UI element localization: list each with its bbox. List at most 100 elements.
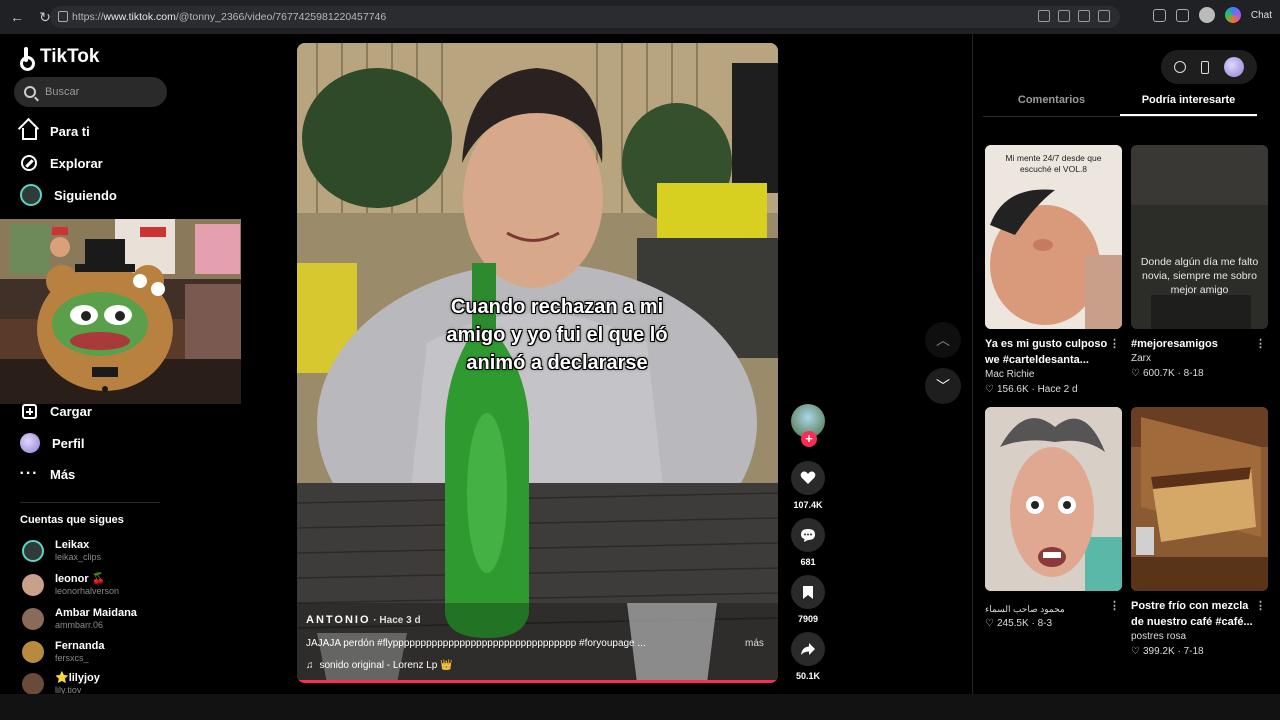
profile-avatar-icon	[20, 433, 40, 453]
followed-account[interactable]: ⭐lilyjoy lily.tiov	[22, 672, 100, 696]
card-title: Postre frío con mezcla de nuestro café #…	[1131, 598, 1266, 628]
card-author[interactable]: postres rosa	[1131, 630, 1268, 644]
card-title: #mejoresamigos ⋮	[1131, 336, 1266, 352]
video-caption-overlay: Cuando rechazan a mi amigo y yo fui el q…	[446, 296, 668, 374]
search-input[interactable]: Buscar	[14, 77, 167, 107]
avatar	[22, 673, 44, 695]
sidebar-item-more[interactable]: ··· Más	[20, 465, 76, 483]
like-button[interactable]: 107.4K	[790, 461, 826, 510]
like-count: 107.4K	[793, 500, 823, 510]
account-name: Fernanda	[55, 640, 105, 652]
apps-icon[interactable]	[1038, 10, 1050, 22]
more-options-icon[interactable]: ⋮	[1255, 598, 1266, 614]
follow-plus-icon[interactable]: +	[801, 431, 817, 447]
phone-icon[interactable]	[1200, 60, 1209, 74]
extensions-icon[interactable]	[1152, 8, 1166, 22]
save-count: 7909	[797, 614, 819, 624]
creator-avatar: +	[791, 404, 825, 447]
account-name: ⭐lilyjoy	[55, 672, 100, 684]
sidebar-item-profile[interactable]: Perfil	[20, 433, 85, 453]
sidebar-item-label: Más	[50, 466, 76, 482]
translate-icon[interactable]	[1058, 10, 1070, 22]
video-thumbnail[interactable]	[1131, 407, 1268, 591]
address-bar[interactable]: https://www.tiktok.com/@tonny_2366/video…	[50, 6, 1120, 28]
share-count: 50.1K	[795, 671, 821, 681]
zoom-icon[interactable]	[1078, 10, 1090, 22]
avatar	[22, 608, 44, 630]
sidebar-item-upload[interactable]: Cargar	[20, 402, 92, 420]
sidebar-item-label: Cargar	[50, 403, 92, 419]
followed-account[interactable]: Fernanda fersxcs_	[22, 640, 105, 664]
account-handle: leikax_clips	[55, 552, 102, 562]
video-sound[interactable]: ♫ sonido original - Lorenz Lp 👑	[306, 660, 453, 671]
copilot-icon[interactable]	[1224, 7, 1241, 23]
video-player[interactable]: Cuando rechazan a mi amigo y yo fui el q…	[297, 43, 778, 683]
more-options-icon[interactable]: ⋮	[1255, 336, 1266, 352]
logo-text: TikTok	[40, 46, 100, 67]
card-author[interactable]: محمود صاحب السماء	[985, 602, 1122, 616]
card-author[interactable]: Mac Richie	[985, 368, 1122, 382]
sound-label: sonido original - Lorenz Lp 👑	[319, 660, 453, 671]
tab-comments[interactable]: Comentarios	[983, 90, 1120, 116]
heart-outline-icon: ♡	[1131, 368, 1140, 379]
streamer-overlay-image	[0, 219, 241, 404]
more-options-icon[interactable]: ⋮	[1109, 598, 1120, 614]
lock-icon	[58, 11, 68, 22]
comment-count: 681	[800, 557, 816, 567]
sidebar-item-label: Explorar	[50, 155, 103, 171]
followed-account[interactable]: Leikax leikax_clips	[22, 539, 101, 563]
header-actions	[1161, 50, 1257, 84]
description-more-link[interactable]: más	[745, 638, 764, 649]
recommended-video-card[interactable]: Postre frío con mezcla de nuestro café #…	[1131, 407, 1268, 660]
recommended-video-card[interactable]: Mi mente 24/7 desde que escuché el VOL.8…	[985, 145, 1122, 398]
chevron-up-icon: ︿	[936, 332, 950, 348]
heart-outline-icon: ♡	[985, 384, 994, 395]
share-button[interactable]: 50.1K	[790, 632, 826, 681]
followed-account[interactable]: Ambar Maidana ammbarr.06	[22, 607, 137, 631]
account-handle: fersxcs_	[55, 653, 89, 663]
next-video-button[interactable]: ﹀	[925, 368, 961, 404]
tiktok-logo[interactable]: TikTok	[20, 46, 100, 71]
sidebar-divider	[20, 502, 160, 503]
chat-button[interactable]: Chat	[1251, 10, 1272, 21]
video-thumbnail[interactable]: Mi mente 24/7 desde que escuché el VOL.8	[985, 145, 1122, 329]
heart-icon	[791, 461, 825, 495]
sidebar-item-label: Siguiendo	[54, 187, 117, 203]
favorite-icon[interactable]	[1098, 10, 1110, 22]
followed-account[interactable]: leonor 🍒 leonorhalverson	[22, 573, 119, 597]
collections-icon[interactable]	[1175, 8, 1189, 22]
thumbnail-text: Donde algún día me falto novia, siempre …	[1140, 256, 1259, 296]
home-icon	[20, 122, 38, 140]
search-icon	[24, 86, 36, 98]
card-title: ⋮	[985, 598, 1122, 612]
comment-button[interactable]: 681	[790, 518, 826, 567]
sidebar-item-for-you[interactable]: Para ti	[20, 122, 90, 140]
compass-icon[interactable]	[1174, 61, 1187, 73]
card-author[interactable]: Zarx	[1131, 352, 1268, 366]
recommended-video-card[interactable]: ⋮ محمود صاحب السماء ♡ 245.5K · 8-3	[985, 407, 1122, 632]
tab-recommended[interactable]: Podría interesarte	[1120, 90, 1257, 116]
video-progress-bar[interactable]	[297, 680, 778, 683]
sidebar-item-following[interactable]: Siguiendo	[20, 184, 117, 206]
previous-video-button[interactable]: ︿	[925, 322, 961, 358]
video-thumbnail[interactable]: Donde algún día me falto novia, siempre …	[1131, 145, 1268, 329]
save-button[interactable]: 7909	[790, 575, 826, 624]
creator-avatar-button[interactable]: +	[790, 404, 826, 447]
browser-profile-avatar[interactable]	[1198, 7, 1215, 23]
more-options-icon[interactable]: ⋮	[1109, 336, 1120, 352]
following-avatar-icon	[20, 184, 42, 206]
recommended-video-card[interactable]: Donde algún día me falto novia, siempre …	[1131, 145, 1268, 382]
video-author[interactable]: ANTONIO · Hace 3 d	[306, 614, 421, 626]
card-stats: ♡ 245.5K · 8-3	[985, 616, 1122, 632]
video-thumbnail[interactable]	[985, 407, 1122, 591]
card-title: Ya es mi gusto culposo we #carteldesanta…	[985, 336, 1120, 366]
avatar	[22, 574, 44, 596]
user-avatar[interactable]	[1223, 57, 1244, 77]
back-icon[interactable]: ←	[6, 6, 28, 28]
account-name: Leikax	[55, 539, 90, 551]
post-time: · Hace 3 d	[370, 615, 421, 626]
sidebar-item-explore[interactable]: Explorar	[20, 154, 103, 172]
url-text: https://www.tiktok.com/@tonny_2366/video…	[72, 11, 387, 23]
sidebar-item-label: Para ti	[50, 123, 90, 139]
browser-toolbar: ← ↻ https://www.tiktok.com/@tonny_2366/v…	[0, 0, 1280, 34]
